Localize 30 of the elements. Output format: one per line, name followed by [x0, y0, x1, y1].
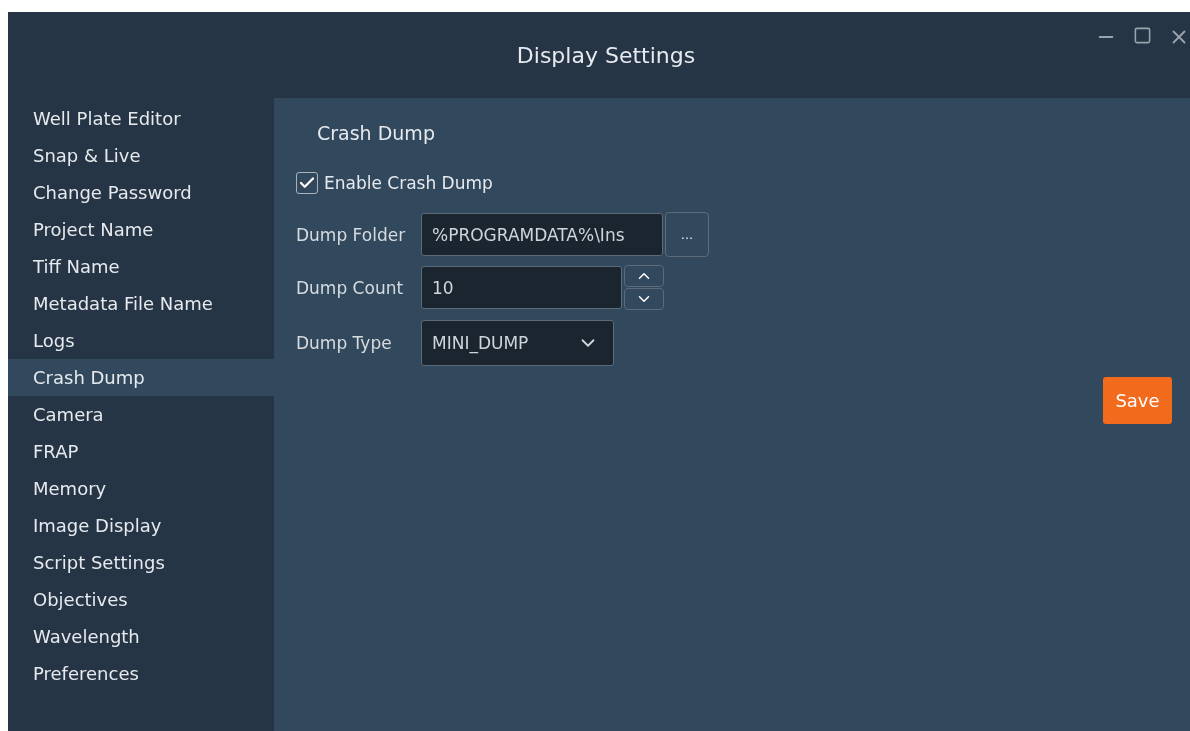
sidebar-item[interactable]: Logs [8, 322, 274, 359]
browse-button[interactable]: ... [665, 212, 709, 257]
count-field[interactable]: 10 [421, 266, 622, 309]
field-label: Dump Count [296, 277, 405, 298]
type-dropdown[interactable]: MINI_DUMP [421, 320, 614, 366]
maximize-icon[interactable] [1133, 26, 1152, 45]
window-title: Display Settings [516, 42, 696, 68]
checkbox-label: Enable Crash Dump [324, 173, 493, 193]
sidebar-item[interactable]: Preferences [8, 655, 274, 692]
sidebar-item[interactable]: Metadata File Name [8, 285, 274, 322]
sidebar-item[interactable]: Wavelength [8, 618, 274, 655]
field-label: Dump Type [296, 333, 393, 353]
sidebar-item[interactable]: Crash Dump [8, 359, 274, 396]
sidebar-item[interactable]: Script Settings [8, 544, 274, 581]
sidebar-item[interactable]: Memory [8, 470, 274, 507]
sidebar-item[interactable]: Image Display [8, 507, 274, 544]
enable-checkbox[interactable] [296, 172, 318, 194]
sidebar-item[interactable]: Project Name [8, 211, 274, 248]
decrement-button[interactable] [624, 288, 664, 310]
sidebar-item[interactable]: Well Plate Editor [8, 100, 274, 137]
sidebar-item[interactable]: Tiff Name [8, 248, 274, 285]
field-label: Dump Folder [296, 224, 407, 245]
folder-field[interactable]: %PROGRAMDATA%\Ins [421, 213, 663, 256]
sidebar-item[interactable]: FRAP [8, 433, 274, 470]
sidebar-item[interactable]: Snap & Live [8, 137, 274, 174]
section-heading: Crash Dump [317, 122, 436, 144]
increment-button[interactable] [624, 265, 664, 287]
sidebar-item[interactable]: Objectives [8, 581, 274, 618]
sidebar-item[interactable]: Change Password [8, 174, 274, 211]
sidebar-item[interactable]: Camera [8, 396, 274, 433]
